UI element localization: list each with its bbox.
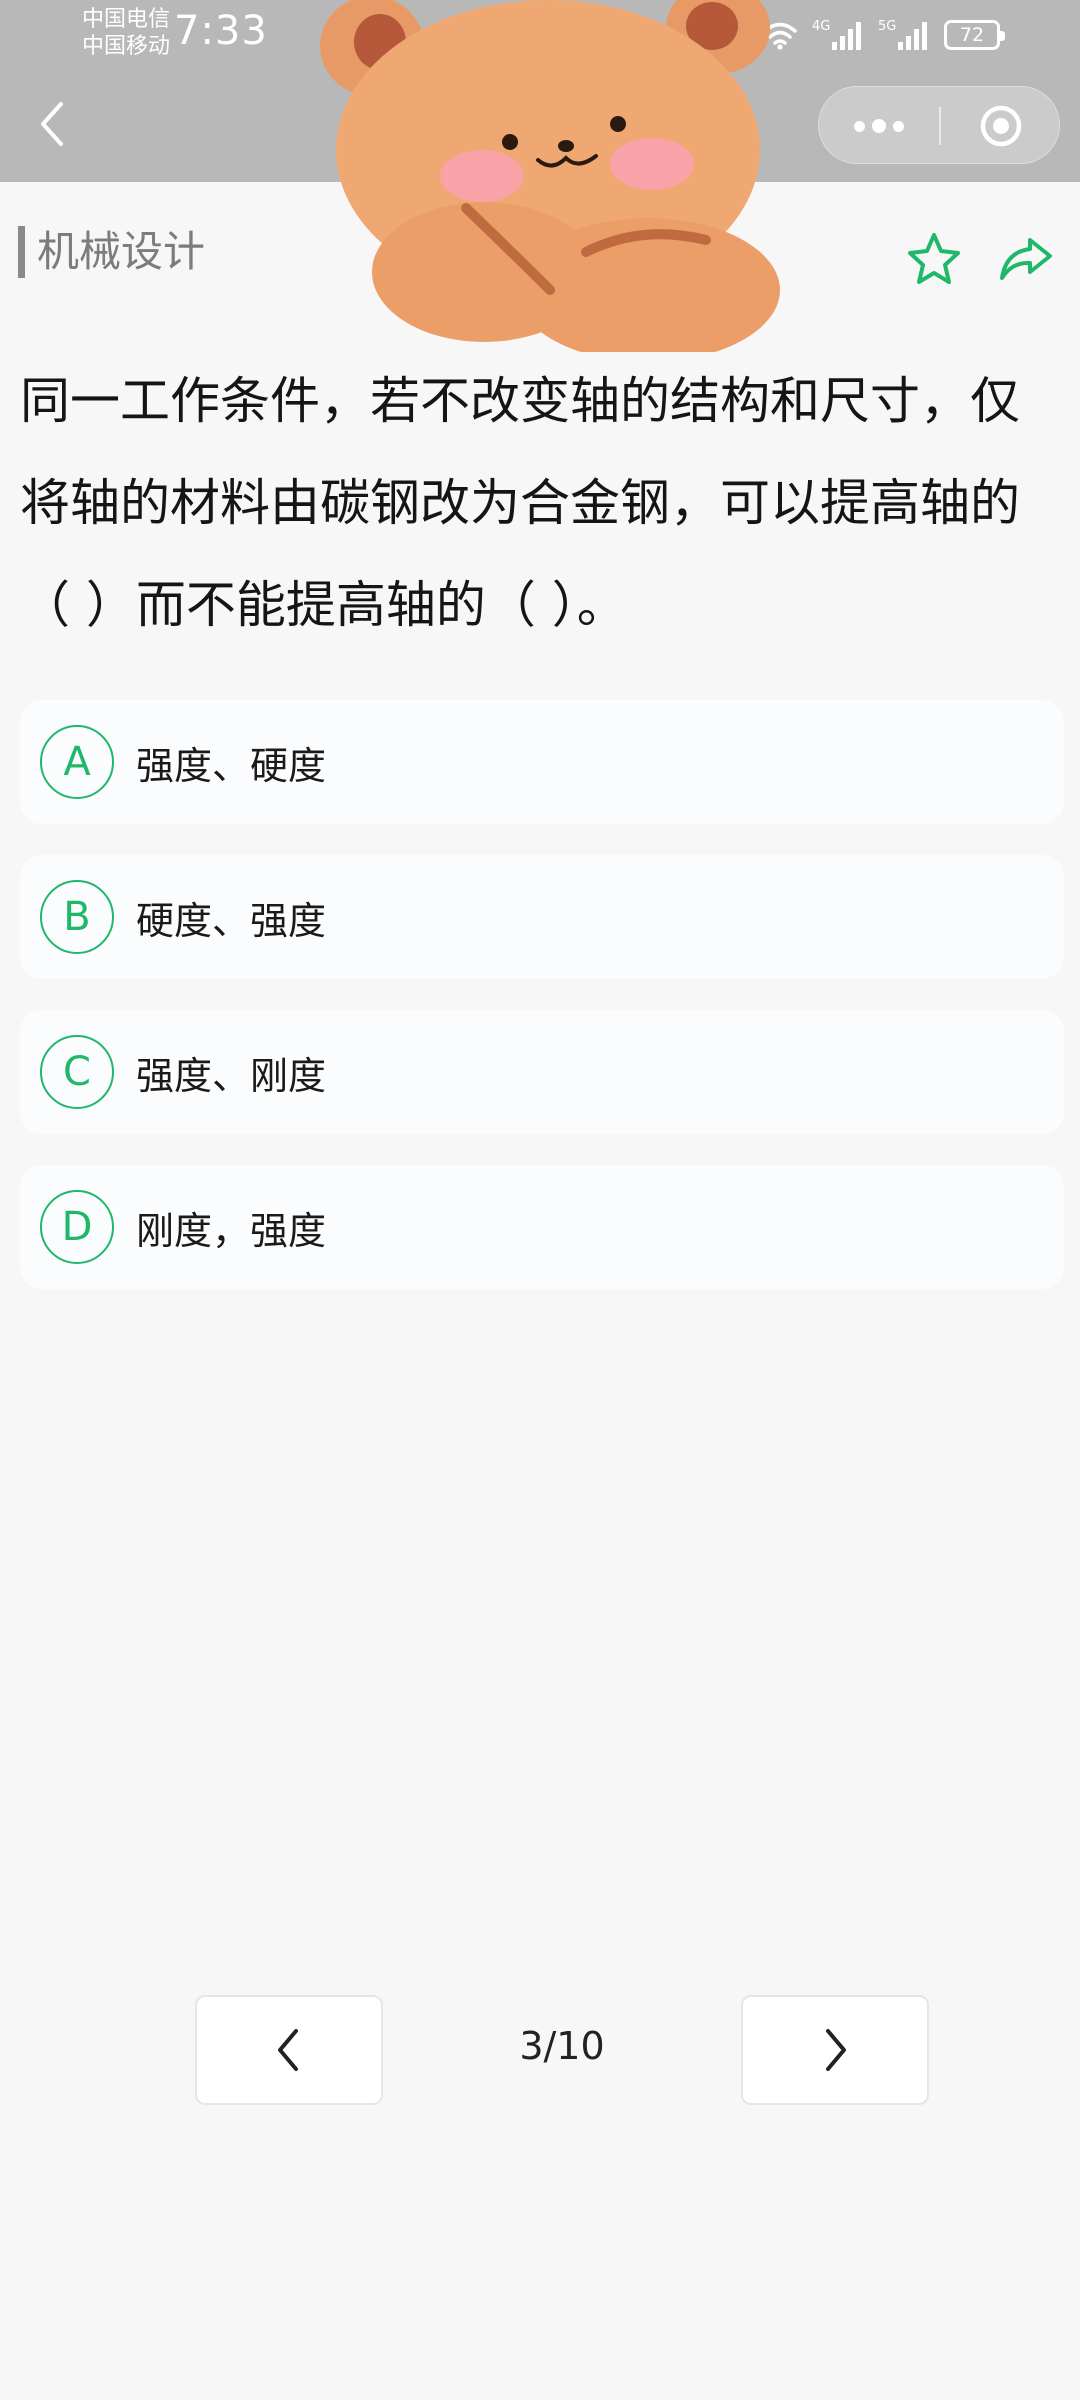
option-text: 强度、硬度 <box>136 743 327 788</box>
status-icons: 4G 5G 72 <box>762 16 1005 54</box>
question-text: 同一工作条件，若不改变轴的结构和尺寸，仅将轴的材料由碳钢改为合金钢，可以提高轴的… <box>20 372 1020 634</box>
chevron-left-icon <box>41 102 63 146</box>
bear-decoration-icon <box>320 0 780 352</box>
more-button[interactable] <box>819 87 939 165</box>
signal-4g-icon: 4G <box>812 19 861 50</box>
net-label-1: 4G <box>812 19 830 34</box>
star-outline-icon <box>908 233 960 284</box>
option-text: 刚度，强度 <box>136 1208 327 1253</box>
share-arrow-icon <box>1000 238 1052 280</box>
carrier-2: 中国移动 <box>82 34 171 59</box>
net-label-2: 5G <box>878 19 896 34</box>
option-text: 硬度、强度 <box>136 898 327 943</box>
carrier-names: 中国电信 中国移动 <box>82 6 170 60</box>
target-circle-icon <box>980 105 1022 147</box>
option-a[interactable]: A 强度、硬度 <box>20 700 1064 824</box>
signal-5g-icon: 5G <box>878 19 927 50</box>
back-button[interactable] <box>28 96 76 152</box>
option-d[interactable]: D 刚度，强度 <box>20 1165 1064 1289</box>
close-button[interactable] <box>941 87 1061 165</box>
next-question-button[interactable] <box>741 1995 929 2105</box>
previous-question-button[interactable] <box>195 1995 383 2105</box>
status-time: 7:33 <box>174 8 268 54</box>
mini-program-capsule <box>818 86 1060 164</box>
more-dot <box>893 120 904 132</box>
share-button[interactable] <box>996 232 1056 288</box>
option-b[interactable]: B 硬度、强度 <box>20 855 1064 979</box>
option-text: 强度、刚度 <box>136 1053 327 1098</box>
option-letter: B <box>40 880 114 954</box>
more-dot <box>872 119 886 133</box>
favorite-button[interactable] <box>904 230 964 290</box>
more-dot <box>854 120 865 132</box>
option-letter: D <box>40 1190 114 1264</box>
carrier-1: 中国电信 <box>82 7 171 32</box>
battery-icon: 72 <box>944 20 1005 50</box>
category-title: 机械设计 <box>18 226 205 278</box>
chevron-left-icon <box>278 2029 298 2071</box>
option-c[interactable]: C 强度、刚度 <box>20 1010 1064 1134</box>
battery-level: 72 <box>959 24 985 46</box>
page-indicator: 3/10 <box>519 2024 605 2068</box>
chevron-right-icon <box>826 2029 846 2071</box>
option-letter: A <box>40 725 114 799</box>
option-letter: C <box>40 1035 114 1109</box>
